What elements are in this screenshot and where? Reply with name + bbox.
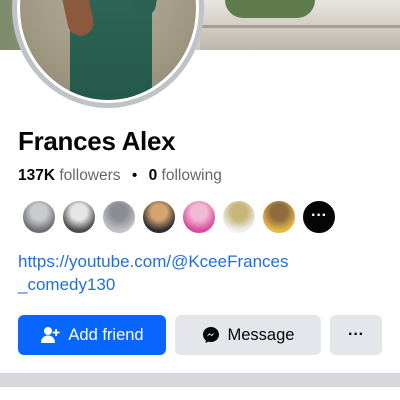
friend-avatar[interactable]	[141, 199, 177, 235]
profile-link-line2[interactable]: _comedy130	[18, 273, 338, 296]
add-person-icon	[41, 327, 60, 343]
profile-link[interactable]: https://youtube.com/@KceeFrances _comedy…	[18, 250, 338, 296]
messenger-icon	[202, 327, 219, 343]
friend-avatar[interactable]	[221, 199, 257, 235]
friend-avatar[interactable]	[101, 199, 137, 235]
more-options-button[interactable]: ···	[330, 315, 382, 355]
followers-count[interactable]: 137K	[18, 167, 55, 184]
add-friend-button[interactable]: Add friend	[18, 315, 166, 355]
friend-avatar[interactable]	[21, 199, 57, 235]
cover-plant	[225, 0, 315, 18]
friend-avatar[interactable]	[261, 199, 297, 235]
profile-stats: 137K followers • 0 following	[18, 167, 222, 185]
more-friends-icon[interactable]: ···	[301, 199, 337, 235]
friend-avatar[interactable]	[61, 199, 97, 235]
section-divider	[0, 373, 400, 387]
profile-name: Frances Alex	[18, 126, 176, 156]
followers-label[interactable]: followers	[59, 167, 120, 184]
add-friend-label: Add friend	[68, 325, 144, 344]
message-label: Message	[227, 325, 295, 344]
mutual-friends-row[interactable]: ···	[21, 199, 341, 235]
profile-link-line1[interactable]: https://youtube.com/@KceeFrances	[18, 250, 338, 273]
stats-separator: •	[131, 167, 138, 184]
following-count[interactable]: 0	[149, 167, 158, 184]
cover-stone-gap	[200, 25, 400, 28]
message-button[interactable]: Message	[175, 315, 321, 355]
following-label[interactable]: following	[162, 167, 222, 184]
friend-avatar[interactable]	[181, 199, 217, 235]
